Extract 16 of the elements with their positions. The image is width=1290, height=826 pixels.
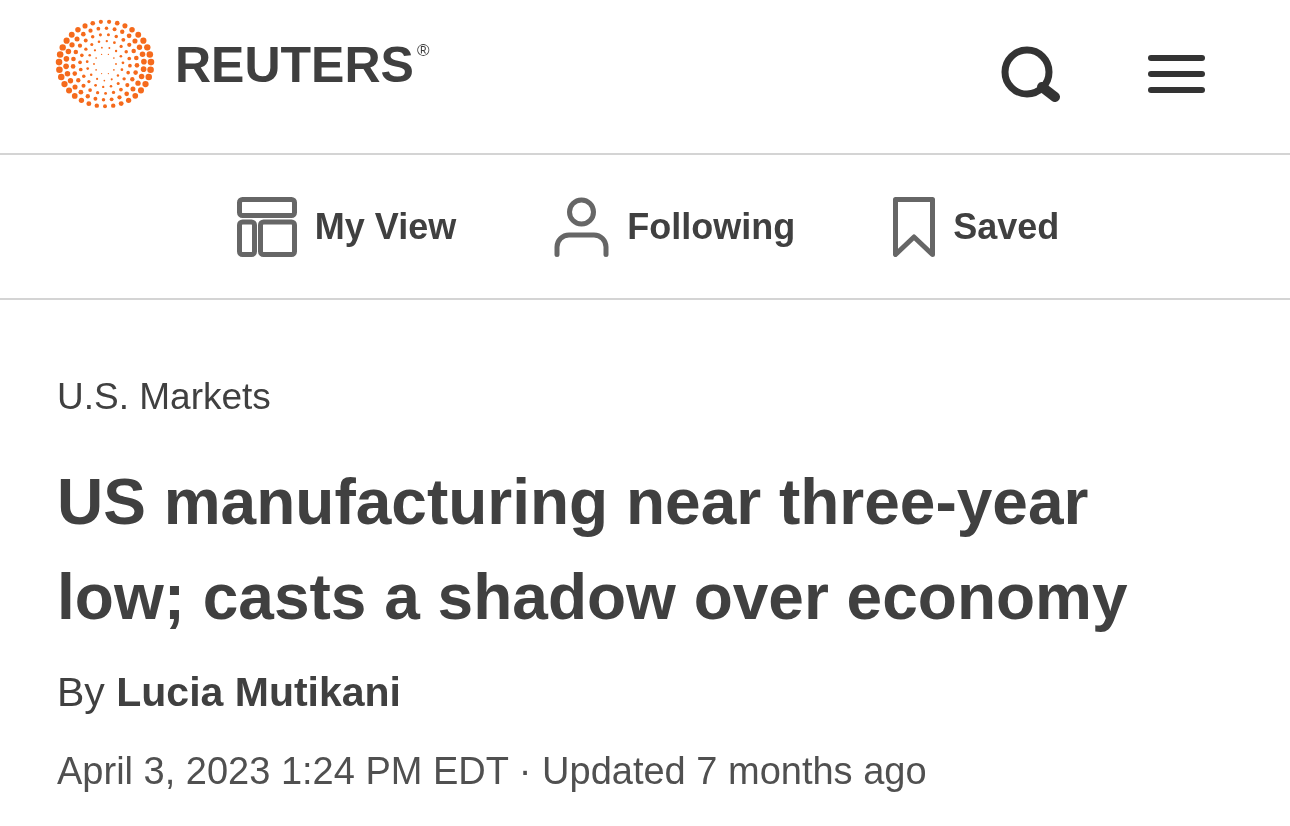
nav-button[interactable]: Following <box>554 196 796 257</box>
menu-button[interactable] <box>1148 54 1205 93</box>
section-link[interactable]: U.S. Markets <box>57 375 271 419</box>
search-icon <box>1000 45 1062 102</box>
dotted-circle-logo-icon[interactable] <box>55 18 155 110</box>
byline: By Lucia Mutikani <box>57 668 401 717</box>
logo-text[interactable]: REUTERS$^{®}$ <box>175 40 430 90</box>
nav-button[interactable]: My View <box>236 196 457 257</box>
dateline: April 3, 2023 1:24 PM EDT · Updated 7 months ago <box>57 749 927 794</box>
bookmark-icon <box>893 196 936 257</box>
nav-button[interactable]: Saved <box>893 196 1060 257</box>
search-button[interactable] <box>1000 45 1062 102</box>
person-icon <box>554 196 610 257</box>
headline: US manufacturing near three-year low; casts a shadow over economy <box>57 465 1129 635</box>
menu-icon <box>1148 54 1205 93</box>
layout-icon <box>236 196 297 257</box>
